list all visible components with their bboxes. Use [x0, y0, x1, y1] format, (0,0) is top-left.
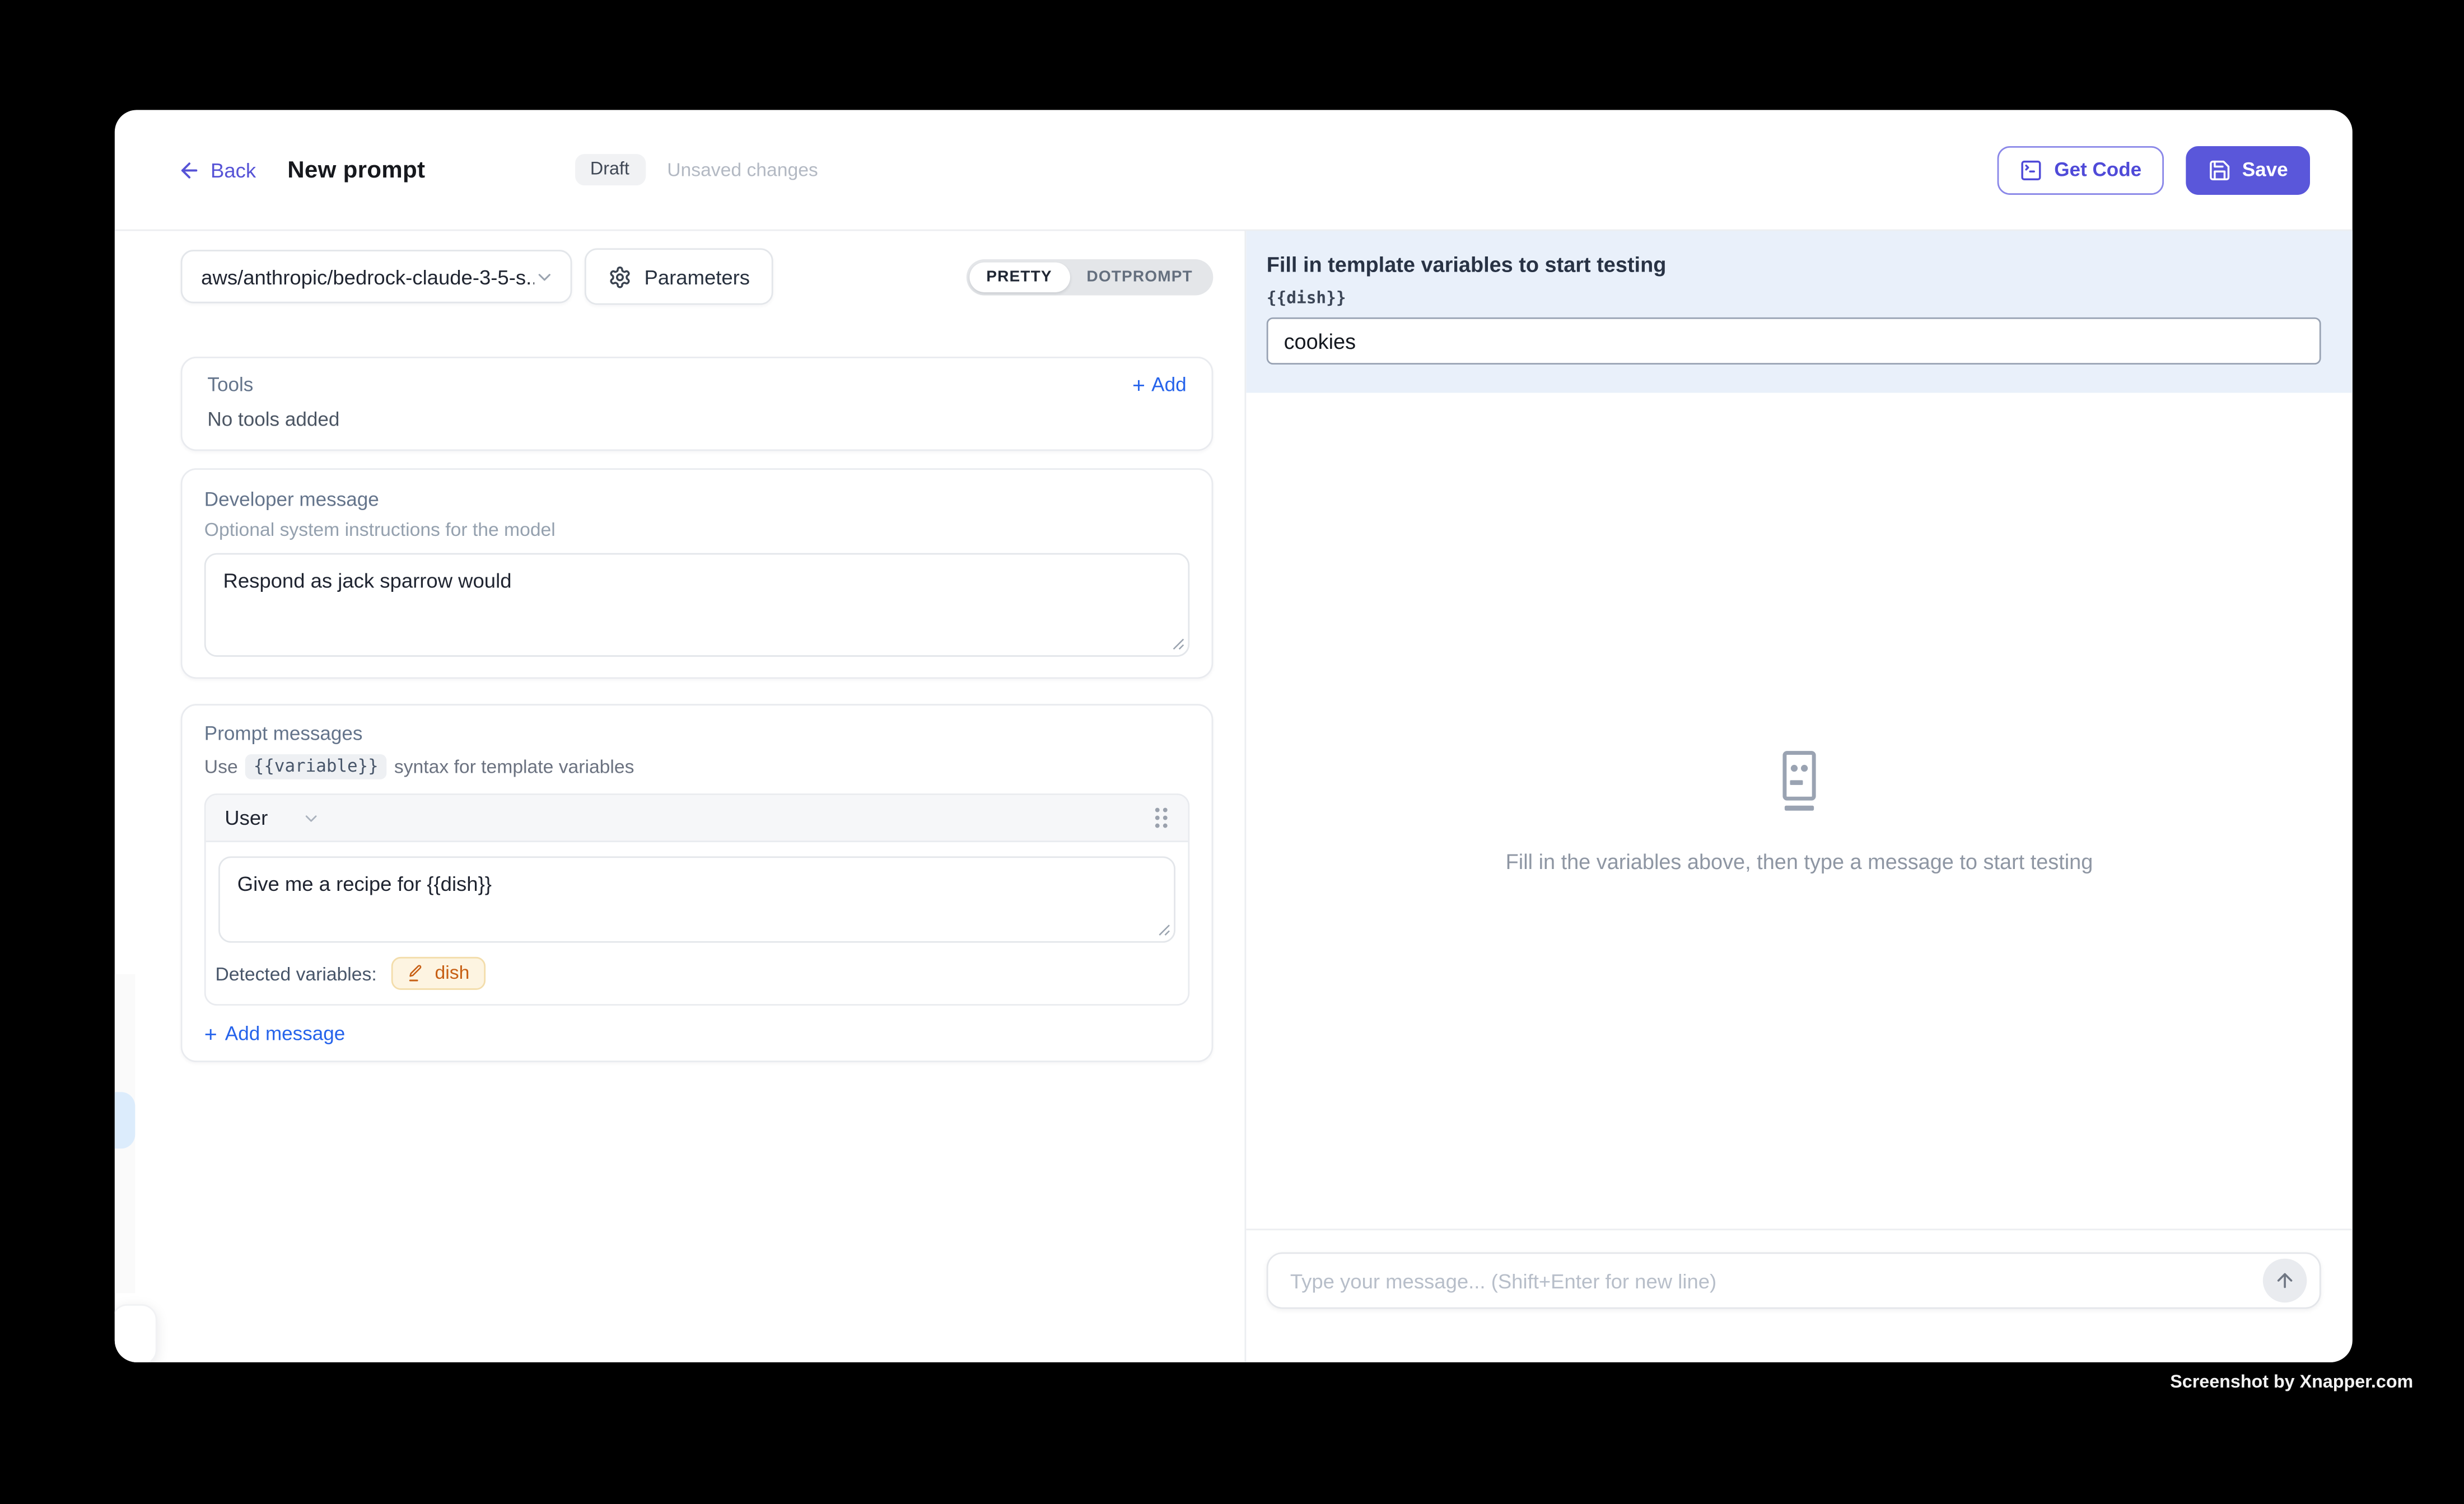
hint-prefix: Use — [204, 756, 238, 778]
save-button[interactable]: Save — [2186, 146, 2310, 194]
variable-syntax-hint: Use {{variable}} syntax for template var… — [204, 754, 1189, 779]
role-select-value[interactable]: User — [225, 806, 268, 830]
header: Back New prompt Draft Unsaved changes Ge… — [115, 110, 2353, 231]
developer-message-title: Developer message — [204, 489, 1189, 511]
terminal-icon — [2020, 158, 2043, 181]
test-panel: Fill in template variables to start test… — [1246, 231, 2353, 1362]
back-label: Back — [211, 158, 256, 181]
stage: Back New prompt Draft Unsaved changes Ge… — [0, 0, 2464, 1503]
message-block: User Give me a recipe for {{d — [204, 793, 1189, 1006]
message-role-bar: User — [206, 795, 1188, 842]
bot-face-icon — [1770, 749, 1830, 813]
model-selector[interactable]: aws/anthropic/bedrock-claude-3-5-s... — [181, 250, 572, 303]
gear-icon — [608, 265, 632, 288]
detected-variables-label: Detected variables: — [215, 963, 376, 984]
add-message-button[interactable]: + Add message — [204, 1023, 1189, 1045]
corner-popover — [115, 1304, 157, 1362]
toggle-pretty[interactable]: PRETTY — [969, 261, 1069, 291]
empty-state-text: Fill in the variables above, then type a… — [1506, 849, 2093, 873]
get-code-button[interactable]: Get Code — [1998, 146, 2163, 194]
developer-message-card: Developer message Optional system instru… — [181, 468, 1214, 679]
send-button[interactable] — [2263, 1259, 2307, 1303]
page-title: New prompt — [287, 156, 425, 183]
chat-input-bar — [1246, 1229, 2353, 1362]
developer-message-textarea[interactable]: Respond as jack sparrow would — [204, 553, 1189, 657]
tools-title: Tools — [207, 374, 253, 396]
model-row: aws/anthropic/bedrock-claude-3-5-s... Pa… — [181, 248, 1214, 305]
app-window: Back New prompt Draft Unsaved changes Ge… — [115, 110, 2353, 1362]
save-label: Save — [2242, 158, 2288, 180]
save-icon — [2208, 158, 2231, 181]
detected-variables-row: Detected variables: dish — [206, 943, 1188, 1004]
resize-handle-icon[interactable] — [1171, 636, 1185, 650]
parameters-button[interactable]: Parameters — [585, 248, 773, 305]
variable-chip-label: dish — [435, 961, 470, 983]
toggle-dotprompt[interactable]: DOTPROMPT — [1070, 261, 1210, 291]
message-input[interactable] — [1287, 1267, 2263, 1294]
chat-input[interactable] — [1267, 1252, 2321, 1309]
chat-empty-area: Fill in the variables above, then type a… — [1246, 393, 2353, 1229]
add-tool-label: Add — [1151, 374, 1186, 396]
add-message-label: Add message — [225, 1023, 345, 1045]
chevron-down-icon — [534, 267, 554, 287]
prompt-editor-panel: aws/anthropic/bedrock-claude-3-5-s... Pa… — [115, 231, 1246, 1362]
developer-message-subtitle: Optional system instructions for the mod… — [204, 519, 1189, 540]
parameters-label: Parameters — [645, 265, 750, 288]
plus-icon: + — [1132, 376, 1145, 395]
prompt-messages-title: Prompt messages — [204, 723, 1189, 745]
variable-code-chip: {{variable}} — [246, 754, 386, 779]
variable-value-input[interactable] — [1267, 317, 2321, 365]
watermark-text: Screenshot by Xnapper.com — [2170, 1374, 2413, 1393]
back-button[interactable]: Back — [178, 158, 256, 181]
prompt-messages-card: Prompt messages Use {{variable}} syntax … — [181, 704, 1214, 1062]
tools-card: Tools + Add No tools added — [181, 357, 1214, 451]
unsaved-changes-text: Unsaved changes — [667, 158, 818, 180]
message-body: Give me a recipe for {{dish}} — [206, 842, 1188, 943]
variable-key-label: {{dish}} — [1267, 289, 2321, 308]
tools-empty-text: No tools added — [207, 409, 1186, 431]
model-selector-value: aws/anthropic/bedrock-claude-3-5-s... — [201, 265, 534, 288]
variable-chip-dish[interactable]: dish — [391, 957, 485, 990]
user-message-textarea[interactable]: Give me a recipe for {{dish}} — [218, 856, 1175, 942]
resize-handle-icon[interactable] — [1156, 922, 1170, 936]
view-mode-toggle: PRETTY DOTPROMPT — [966, 259, 1214, 295]
template-variables-title: Fill in template variables to start test… — [1267, 253, 2321, 277]
sidebar-active-item — [115, 1092, 135, 1148]
add-tool-button[interactable]: + Add — [1132, 374, 1187, 396]
template-variables-section: Fill in template variables to start test… — [1246, 231, 2353, 393]
main-body: aws/anthropic/bedrock-claude-3-5-s... Pa… — [115, 231, 2353, 1362]
edit-pencil-icon — [407, 963, 426, 982]
plus-icon: + — [204, 1025, 217, 1044]
get-code-label: Get Code — [2054, 158, 2141, 180]
arrow-up-icon — [2274, 1269, 2295, 1291]
arrow-left-icon — [178, 158, 201, 181]
chevron-down-icon[interactable] — [302, 809, 321, 828]
drag-handle-icon[interactable] — [1154, 806, 1169, 830]
status-badge: Draft — [575, 154, 645, 185]
hint-suffix: syntax for template variables — [394, 756, 634, 778]
